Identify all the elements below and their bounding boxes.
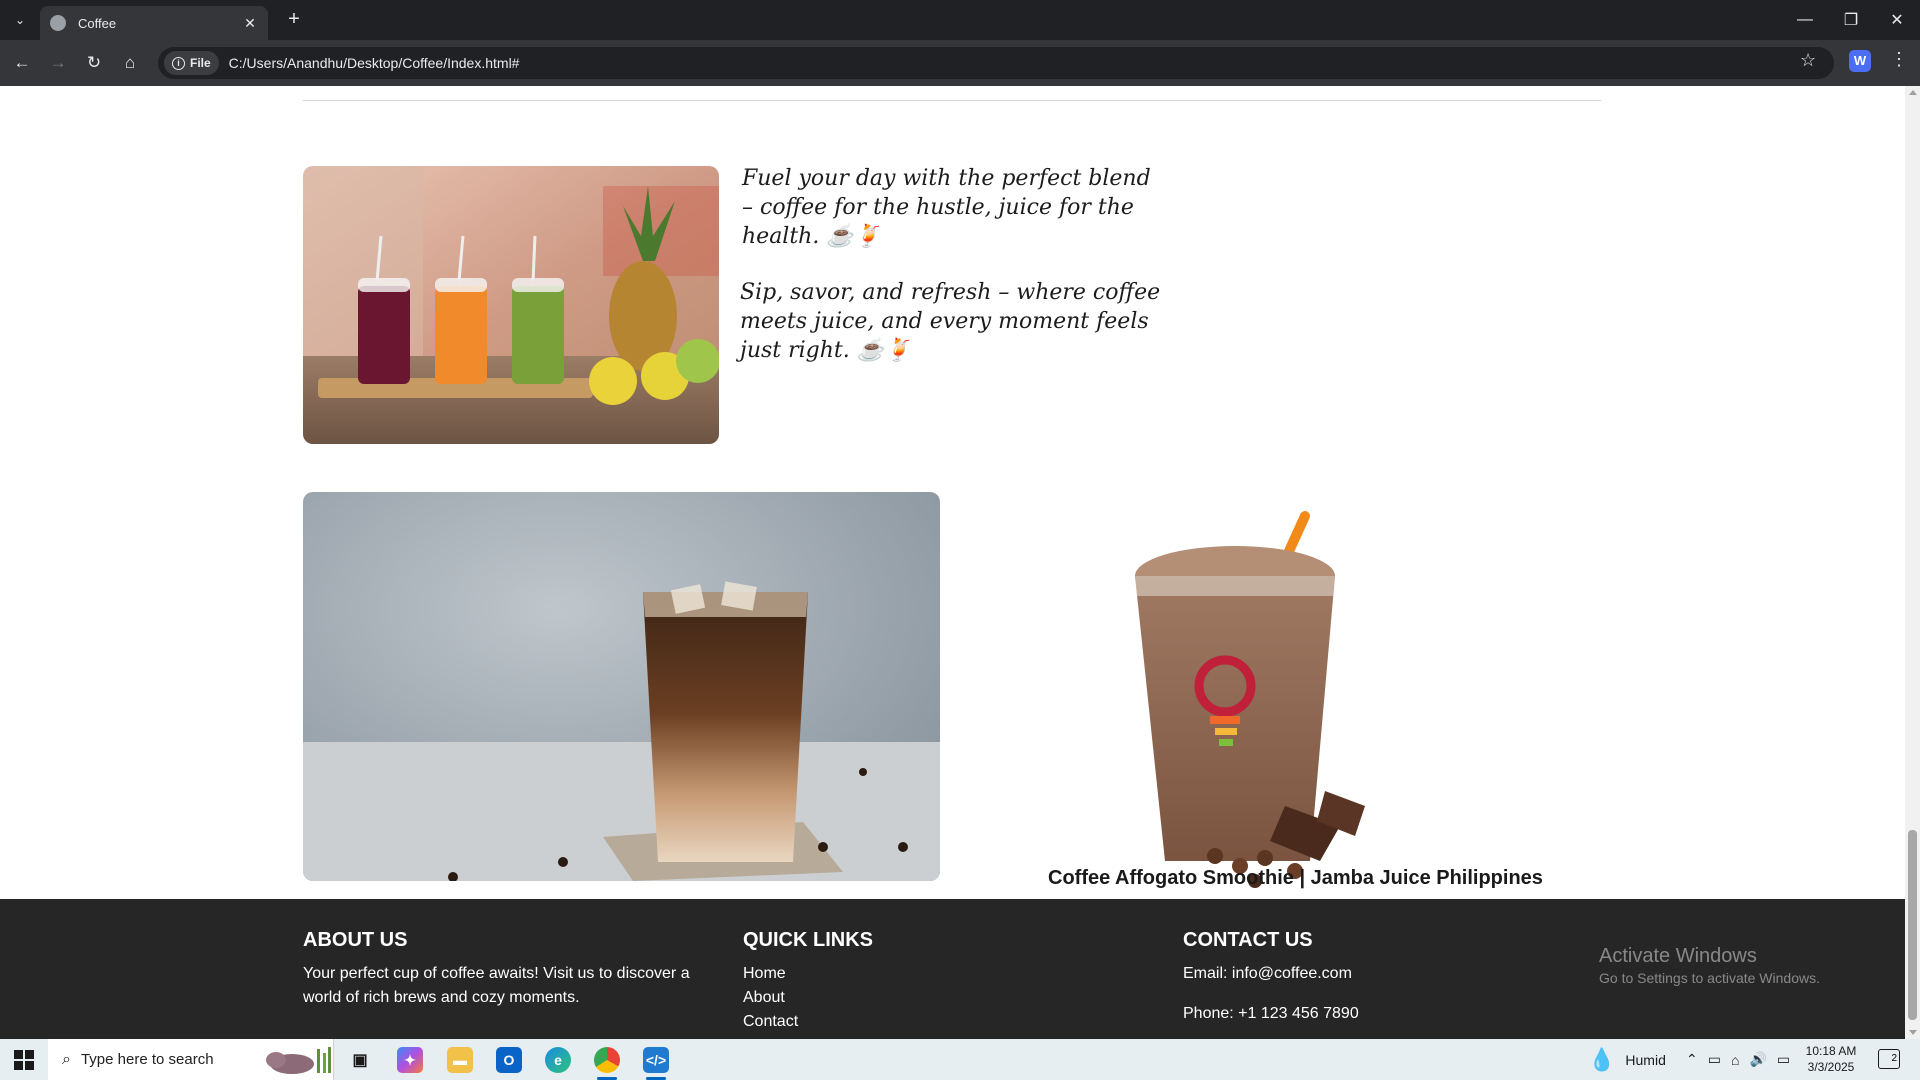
search-icon: ⌕ <box>62 1050 71 1068</box>
smoothie-caption: Coffee Affogato Smoothie | Jamba Juice P… <box>1048 867 1543 889</box>
close-icon[interactable]: ✕ <box>242 15 258 32</box>
search-placeholder: Type here to search <box>80 1051 214 1068</box>
search-highlight-hippo-icon[interactable] <box>262 1047 334 1075</box>
footer-about: ABOUT US Your perfect cup of coffee awai… <box>303 929 723 1010</box>
network-icon[interactable]: ⌂ <box>1731 1052 1739 1068</box>
more-menu-icon[interactable]: ⋮ <box>1890 49 1908 70</box>
windows-taskbar: ⌕ Type here to search ▣ ✦ ▬ O e </> 💧 Hu… <box>0 1039 1920 1080</box>
about-text: Your perfect cup of coffee awaits! Visit… <box>303 965 690 1006</box>
extension-icon[interactable]: W <box>1849 50 1871 72</box>
meet-now-icon[interactable]: ▭ <box>1708 1051 1721 1068</box>
bookmark-star-icon[interactable]: ☆ <box>1800 50 1816 71</box>
tab-search-dropdown-icon[interactable]: ⌄ <box>8 8 32 32</box>
watermark-title: Activate Windows <box>1599 945 1757 967</box>
site-info-chip[interactable]: i File <box>164 51 219 75</box>
quote-sip-savor: Sip, savor, and refresh – where coffee m… <box>740 280 1161 363</box>
footer-link-contact[interactable]: Contact <box>743 1010 1043 1034</box>
quote-coffee-juice: Fuel your day with the perfect blend – c… <box>742 166 1151 249</box>
display-icon[interactable]: ▭ <box>1777 1051 1790 1068</box>
edge-icon[interactable]: e <box>545 1047 571 1073</box>
clock-date: 3/3/2025 <box>1807 1060 1855 1074</box>
weather-widget[interactable]: 💧 Humid <box>1588 1039 1666 1080</box>
iced-coffee-image <box>303 492 940 881</box>
notification-count: 2 <box>1891 1053 1897 1064</box>
footer-link-about[interactable]: About <box>743 986 1043 1010</box>
volume-icon[interactable]: 🔊 <box>1749 1051 1766 1068</box>
system-tray: ⌃ ▭ ⌂ 🔊 ▭ <box>1686 1039 1790 1080</box>
reload-button[interactable]: ↻ <box>82 51 106 75</box>
info-icon: i <box>172 56 185 70</box>
address-bar[interactable]: i File C:/Users/Anandhu/Desktop/Coffee/I… <box>158 47 1834 79</box>
home-button[interactable]: ⌂ <box>118 51 142 75</box>
restore-button[interactable]: ❐ <box>1828 0 1874 40</box>
task-view-icon[interactable]: ▣ <box>347 1047 373 1073</box>
water-drop-icon: 💧 <box>1588 1046 1616 1072</box>
back-button[interactable]: ← <box>10 51 34 75</box>
tab-coffee[interactable]: Coffee ✕ <box>40 6 268 40</box>
contact-phone: Phone: +1 123 456 7890 <box>1183 1005 1359 1022</box>
clock-time: 10:18 AM <box>1805 1044 1857 1058</box>
windows-start-icon[interactable] <box>14 1050 34 1070</box>
page-viewport: Fuel your day with the perfect blend – c… <box>0 86 1905 1039</box>
scheme-label: File <box>190 56 211 70</box>
activate-windows-watermark: Activate Windows Go to Settings to activ… <box>1599 945 1820 986</box>
chrome-icon[interactable] <box>594 1047 620 1073</box>
url-text[interactable]: C:/Users/Anandhu/Desktop/Coffee/Index.ht… <box>229 55 520 71</box>
section-divider <box>303 100 1601 101</box>
footer-quick-links: QUICK LINKS Home About Contact <box>743 929 1043 1034</box>
file-explorer-icon[interactable]: ▬ <box>447 1047 473 1073</box>
scroll-up-icon[interactable] <box>1909 90 1917 95</box>
browser-tab-bar: ⌄ Coffee ✕ + — ❐ ✕ <box>0 0 1920 40</box>
about-heading: ABOUT US <box>303 929 408 951</box>
footer-contact: CONTACT US Email: info@coffee.com Phone:… <box>1183 929 1583 1039</box>
window-close-button[interactable]: ✕ <box>1874 0 1920 40</box>
minimize-button[interactable]: — <box>1782 0 1828 40</box>
links-heading: QUICK LINKS <box>743 929 873 951</box>
scrollbar-thumb[interactable] <box>1908 830 1917 1020</box>
weather-text: Humid <box>1625 1051 1666 1068</box>
taskbar-clock[interactable]: 10:18 AM 3/3/2025 <box>1796 1043 1866 1075</box>
forward-button[interactable]: → <box>46 51 70 75</box>
watermark-subtitle: Go to Settings to activate Windows. <box>1599 970 1820 986</box>
footer-link-home[interactable]: Home <box>743 962 1043 986</box>
scroll-down-icon[interactable] <box>1909 1030 1917 1035</box>
page-scrollbar[interactable] <box>1905 86 1920 1039</box>
juice-cups-image <box>303 166 719 444</box>
contact-email: Email: info@coffee.com <box>1183 965 1352 982</box>
globe-icon <box>50 15 66 31</box>
copilot-icon[interactable]: ✦ <box>397 1047 423 1073</box>
outlook-icon[interactable]: O <box>496 1047 522 1073</box>
tab-title: Coffee <box>78 15 117 31</box>
chevron-up-icon[interactable]: ⌃ <box>1686 1051 1698 1068</box>
new-tab-button[interactable]: + <box>282 8 306 32</box>
contact-heading: CONTACT US <box>1183 929 1313 951</box>
vscode-icon[interactable]: </> <box>643 1047 669 1073</box>
notification-center-icon[interactable]: 2 <box>1878 1049 1900 1069</box>
